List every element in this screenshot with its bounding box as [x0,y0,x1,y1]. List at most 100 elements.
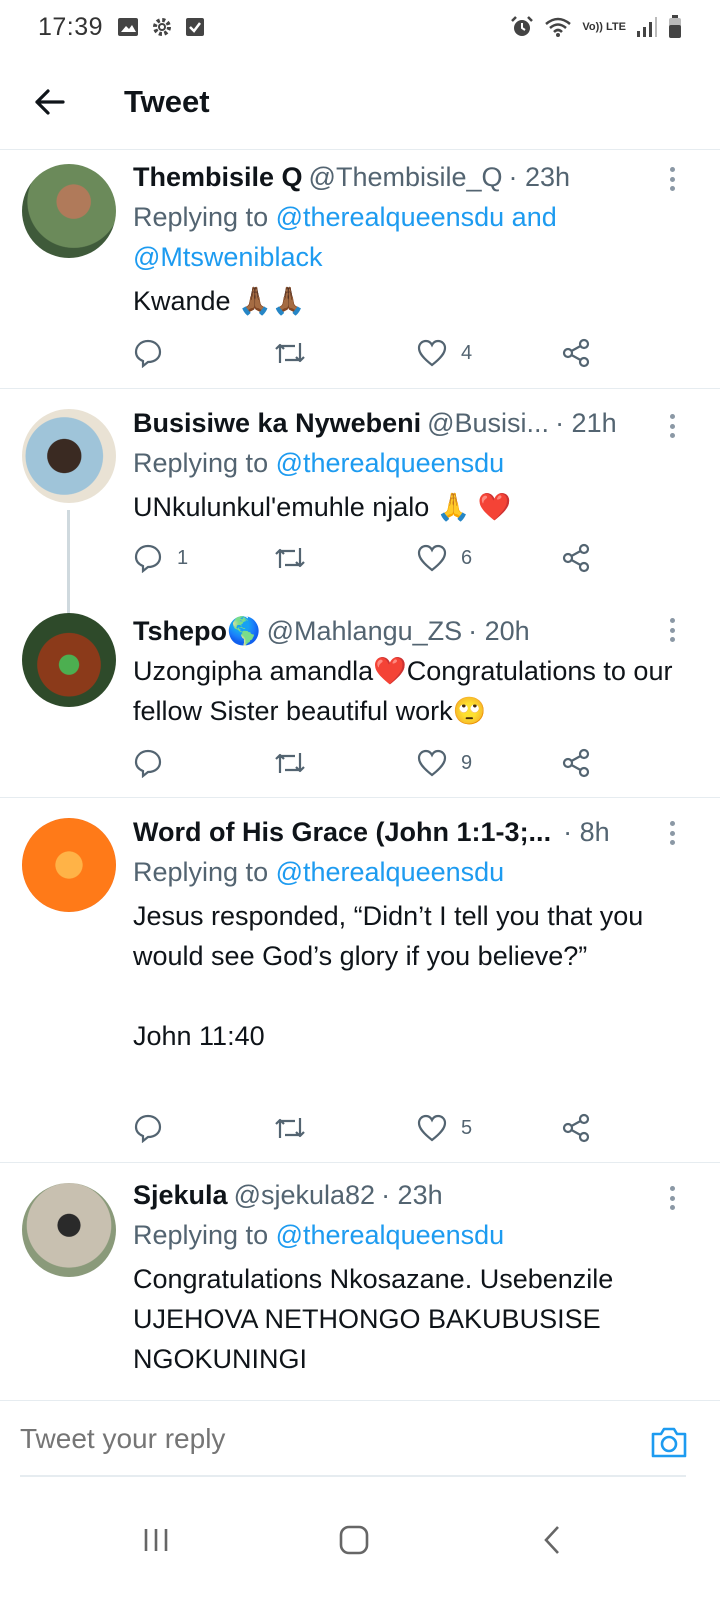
tweet-actions: 9 [133,745,603,781]
retweet-button[interactable] [273,335,307,371]
tweet-time: · 23h [508,162,571,192]
mention-link[interactable]: @therealqueensdu [276,857,505,887]
replying-prefix: Replying to [133,448,276,478]
signal-icon [637,17,657,37]
camera-icon [651,1427,687,1458]
avatar[interactable] [22,164,116,258]
heart-icon [417,339,447,367]
replying-to: Replying to @therealqueensdu and @Mtswen… [133,197,690,277]
tweet-text: UNkulunkul'emuhle njalo 🙏 ❤️ [133,492,512,522]
share-button[interactable] [561,335,591,371]
author-name[interactable]: Tshepo🌎 [133,611,261,651]
share-button[interactable] [561,1110,591,1146]
retweet-button[interactable] [273,1110,307,1146]
like-button[interactable]: 6 [417,540,472,576]
reply-button[interactable]: 1 [133,540,188,576]
tweet-actions: 4 [133,335,603,371]
tweet[interactable]: Busisiwe ka Nywebeni @Busisi... · 21h Re… [0,389,720,597]
avatar[interactable] [22,1183,116,1277]
status-time: 17:39 [38,12,104,41]
share-icon [562,748,590,778]
tweet-time: · 8h [563,817,610,847]
gear-icon [153,18,172,36]
like-button[interactable]: 9 [417,745,472,781]
heart-icon [417,544,447,572]
more-options-button[interactable] [662,615,682,645]
more-options-button[interactable] [662,818,682,848]
more-options-button[interactable] [662,411,682,441]
tweet-text: Jesus responded, “Didn’t I tell you that… [133,901,644,1051]
tweet-header: Busisiwe ka Nywebeni @Busisi... · 21h [133,403,690,443]
alarm-icon [511,16,534,36]
reply-button[interactable] [133,745,177,781]
top-app-bar: Tweet [0,54,720,150]
tweet[interactable]: Thembisile Q @Thembisile_Q · 23h Replyin… [0,150,720,388]
author-name[interactable]: Thembisile Q [133,157,303,197]
system-back-button[interactable] [532,1520,572,1560]
mention-link[interactable]: @therealqueensdu [276,448,505,478]
tweet-text: Uzongipha amandla❤️Congratulations to ou… [133,656,680,726]
replying-to: Replying to @therealqueensdu [133,1215,690,1255]
more-options-button[interactable] [662,164,682,194]
share-button[interactable] [561,540,591,576]
arrow-left-icon [35,88,65,115]
gallery-icon [118,18,139,36]
heart-icon [417,749,447,777]
share-icon [562,1113,590,1143]
author-handle[interactable]: @Thembisile_Q [309,157,503,197]
like-count: 4 [461,341,473,364]
home-icon [339,1525,369,1555]
tweet[interactable]: Sjekula @sjekula82 · 23h Replying to @th… [0,1163,720,1400]
heart-icon [417,1114,447,1142]
author-handle[interactable]: @Mahlangu_ZS [267,611,463,651]
retweet-button[interactable] [273,745,307,781]
battery-icon [669,15,681,38]
page-title: Tweet [124,83,210,119]
more-options-button[interactable] [662,1183,682,1213]
recent-apps-icon [144,1529,168,1551]
back-button[interactable] [19,72,79,132]
reply-count: 1 [177,546,189,569]
like-button[interactable]: 4 [417,335,472,371]
replying-prefix: Replying to [133,1220,276,1250]
home-button[interactable] [334,1520,374,1560]
tweet-header: Word of His Grace (John 1:1-3;... · 8h [133,812,690,852]
tweet-text: Kwande 🙏🏾🙏🏾 [133,286,306,316]
reply-button[interactable] [133,335,177,371]
like-count: 6 [461,546,473,569]
avatar[interactable] [22,613,116,707]
author-name[interactable]: Sjekula [133,1175,228,1215]
checkbox-icon [186,18,205,36]
tweet[interactable]: Tshepo🌎 @Mahlangu_ZS · 20h Uzongipha ama… [0,597,720,797]
retweet-icon [275,1118,305,1138]
reply-button[interactable] [133,1110,177,1146]
tweet-text: Congratulations Nkosazane. Usebenzile UJ… [133,1264,621,1374]
reply-icon [134,339,162,368]
tweet[interactable]: Word of His Grace (John 1:1-3;... · 8h R… [0,798,720,1162]
share-icon [562,338,590,368]
reply-icon [134,544,162,573]
reply-input[interactable] [20,1423,580,1455]
tweet-actions: 5 [133,1110,603,1146]
wifi-icon [545,17,572,37]
tweet-header: Thembisile Q @Thembisile_Q · 23h [133,157,690,197]
like-button[interactable]: 5 [417,1110,472,1146]
share-button[interactable] [561,745,591,781]
author-name[interactable]: Word of His Grace (John 1:1-3;... [133,812,551,852]
chevron-left-icon [544,1526,559,1554]
retweet-button[interactable] [273,540,307,576]
reply-composer [0,1400,720,1477]
avatar[interactable] [22,818,116,912]
author-handle[interactable]: @sjekula82 [234,1175,376,1215]
replying-to: Replying to @therealqueensdu [133,443,690,483]
author-name[interactable]: Busisiwe ka Nywebeni [133,403,421,443]
avatar[interactable] [22,409,116,503]
replying-to: Replying to @therealqueensdu [133,852,690,892]
author-handle[interactable]: @Busisi... [427,403,549,443]
system-nav-bar [0,1480,720,1600]
recent-apps-button[interactable] [136,1520,176,1560]
reply-icon [134,749,162,778]
mention-link[interactable]: @therealqueensdu [276,1220,505,1250]
camera-button[interactable] [650,1425,688,1459]
retweet-icon [275,753,305,773]
